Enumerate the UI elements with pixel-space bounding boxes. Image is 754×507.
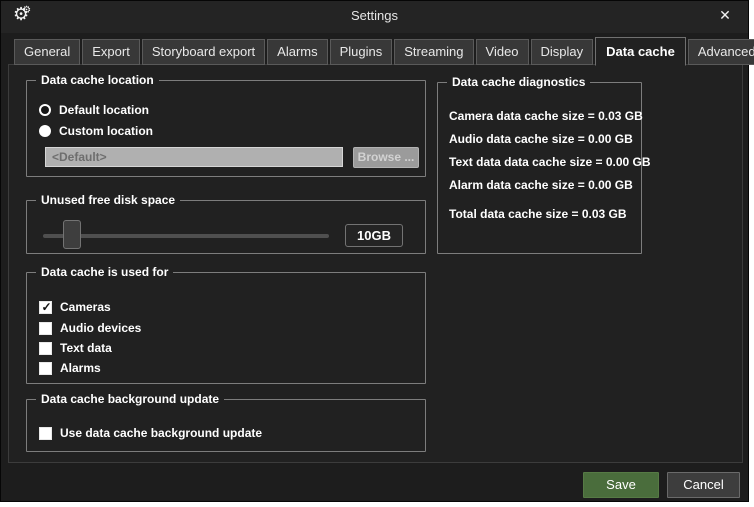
text-data-cache-size: Text data data cache size = 0.00 GB	[449, 155, 635, 169]
tab-export[interactable]: Export	[82, 39, 140, 65]
radio-selected-icon[interactable]	[39, 104, 51, 116]
alarm-cache-size: Alarm data cache size = 0.00 GB	[449, 178, 635, 192]
group-title: Data cache location	[36, 73, 159, 87]
group-title: Data cache is used for	[36, 265, 173, 279]
checkbox-unchecked-icon[interactable]	[39, 322, 52, 335]
close-icon[interactable]: ✕	[716, 6, 734, 24]
tab-advanced[interactable]: Advanced	[688, 39, 754, 65]
group-title: Unused free disk space	[36, 193, 180, 207]
tab-plugins[interactable]: Plugins	[330, 39, 393, 65]
tab-streaming[interactable]: Streaming	[394, 39, 473, 65]
browse-button[interactable]: Browse ...	[353, 147, 419, 168]
group-title: Data cache background update	[36, 392, 224, 406]
data-cache-background-update-group: Data cache background update Use data ca…	[26, 399, 426, 452]
radio-unselected-icon[interactable]	[39, 125, 51, 137]
data-cache-location-group: Data cache location Default location Cus…	[26, 80, 426, 177]
group-title: Data cache diagnostics	[447, 75, 590, 89]
data-cache-used-for-group: Data cache is used for ✓ Cameras Audio d…	[26, 272, 426, 384]
audio-cache-size: Audio data cache size = 0.00 GB	[449, 132, 635, 146]
unused-free-disk-space-group: Unused free disk space 10GB	[26, 200, 426, 254]
text-data-checkbox[interactable]: Text data	[39, 341, 112, 355]
tab-strip: General Export Storyboard export Alarms …	[14, 37, 742, 65]
diagnostics-readout: Camera data cache size = 0.03 GB Audio d…	[449, 109, 635, 230]
data-cache-diagnostics-group: Data cache diagnostics Camera data cache…	[437, 82, 642, 254]
tab-data-cache[interactable]: Data cache	[595, 37, 686, 66]
settings-dialog: ⚙⚙ Settings ✕ General Export Storyboard …	[0, 0, 749, 502]
data-cache-tab-panel: Data cache location Default location Cus…	[8, 64, 743, 463]
custom-location-path-input[interactable]	[45, 147, 343, 167]
total-cache-size: Total data cache size = 0.03 GB	[449, 207, 635, 221]
cancel-button[interactable]: Cancel	[667, 472, 740, 498]
alarms-checkbox[interactable]: Alarms	[39, 361, 101, 375]
tab-general[interactable]: General	[14, 39, 80, 65]
save-button[interactable]: Save	[583, 472, 659, 498]
disk-space-slider-track[interactable]	[43, 234, 329, 238]
disk-space-value: 10GB	[345, 224, 403, 247]
tab-display[interactable]: Display	[531, 39, 594, 65]
checkbox-checked-icon[interactable]: ✓	[39, 301, 52, 314]
camera-cache-size: Camera data cache size = 0.03 GB	[449, 109, 635, 123]
use-background-update-checkbox[interactable]: Use data cache background update	[39, 426, 262, 440]
checkbox-unchecked-icon[interactable]	[39, 427, 52, 440]
title-bar: ⚙⚙ Settings ✕	[1, 1, 748, 33]
window-title: Settings	[1, 1, 748, 33]
checkbox-unchecked-icon[interactable]	[39, 362, 52, 375]
default-location-radio[interactable]: Default location	[39, 103, 149, 117]
disk-space-slider-thumb[interactable]	[63, 220, 81, 249]
cameras-checkbox[interactable]: ✓ Cameras	[39, 300, 111, 314]
audio-devices-checkbox[interactable]: Audio devices	[39, 321, 141, 335]
tab-video[interactable]: Video	[476, 39, 529, 65]
tab-alarms[interactable]: Alarms	[267, 39, 327, 65]
custom-location-radio[interactable]: Custom location	[39, 124, 153, 138]
checkbox-unchecked-icon[interactable]	[39, 342, 52, 355]
tab-storyboard-export[interactable]: Storyboard export	[142, 39, 265, 65]
